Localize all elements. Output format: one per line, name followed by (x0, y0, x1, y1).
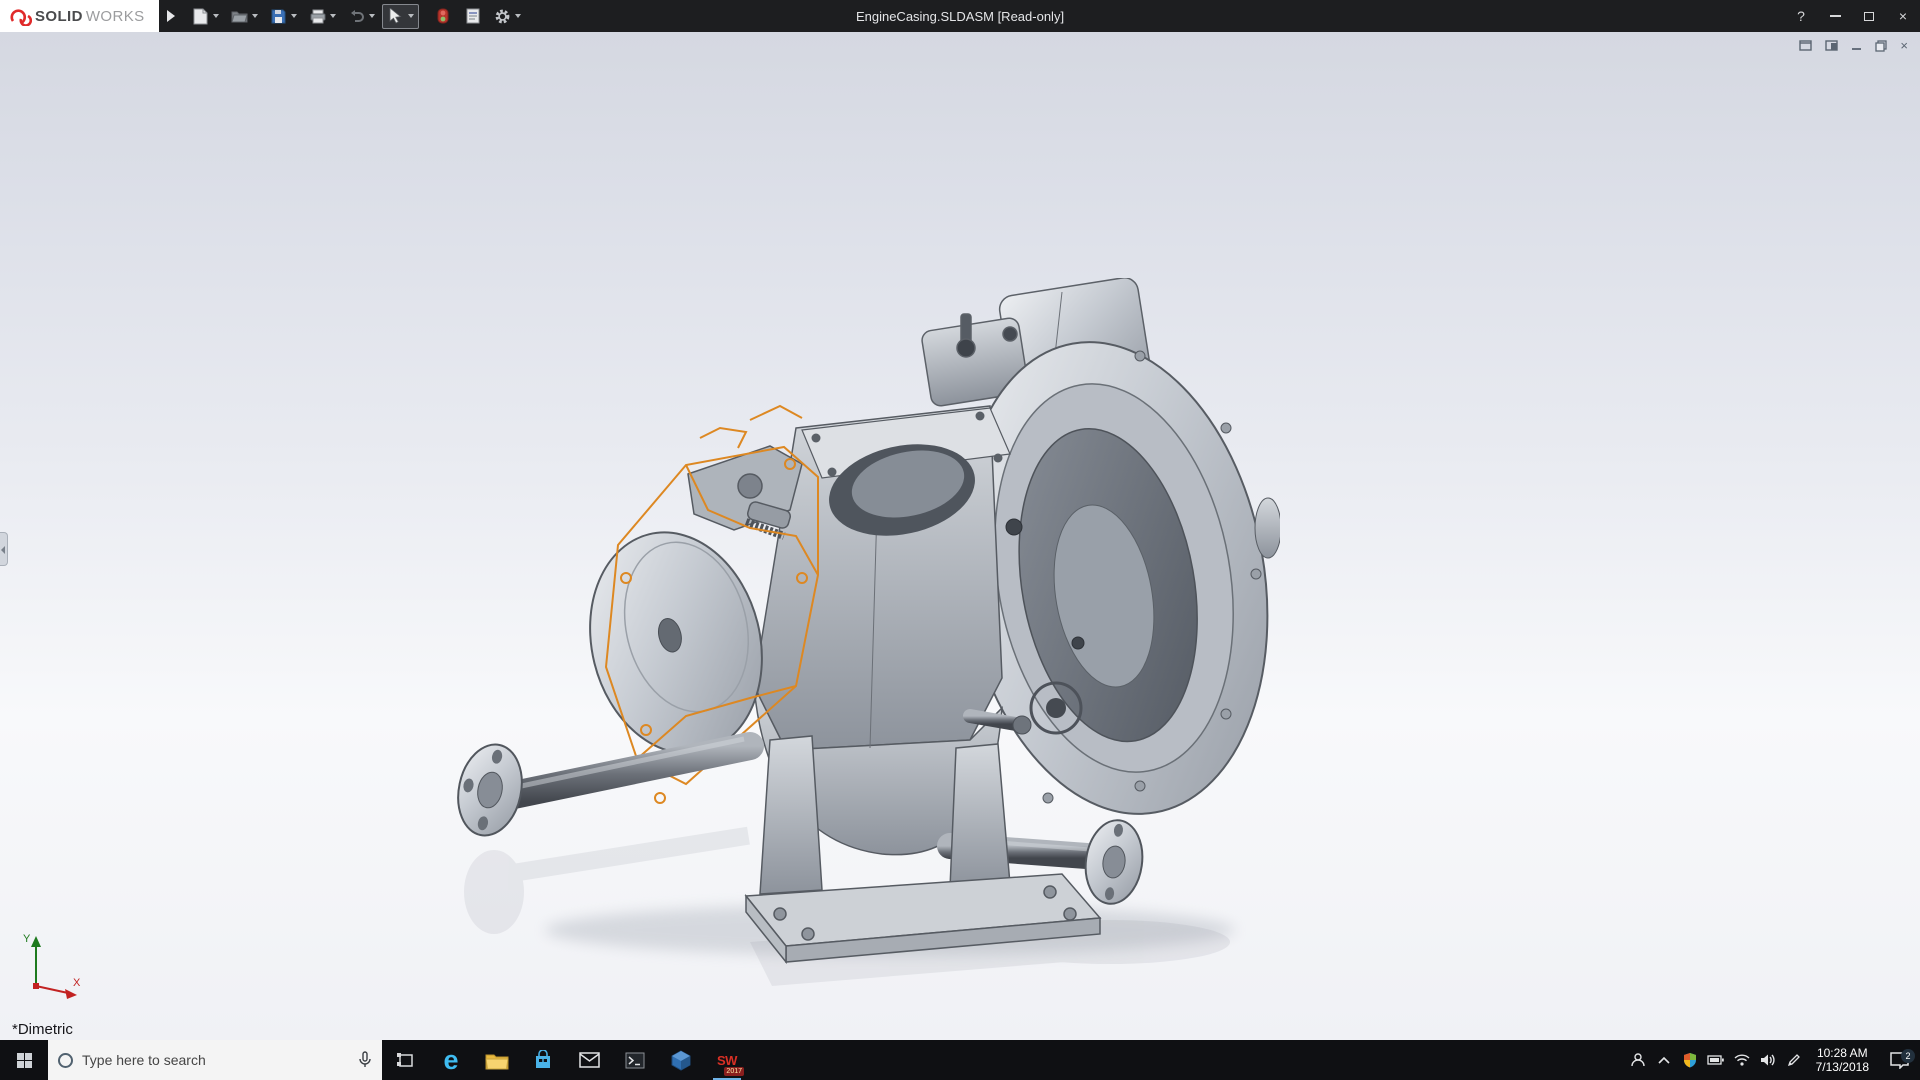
edrawings-icon (671, 1050, 691, 1071)
help-button[interactable]: ? (1784, 0, 1818, 32)
chevron-down-icon[interactable] (369, 14, 375, 18)
window-controls: ? × (1784, 0, 1920, 32)
logo-text-solid: SOLID (35, 8, 83, 25)
print-icon (309, 7, 327, 25)
dock-window-icon[interactable] (1825, 40, 1838, 51)
taskbar-app-solidworks[interactable]: SW 2017 (704, 1040, 750, 1080)
triad-y-label: Y (23, 933, 31, 945)
clock-date: 7/13/2018 (1816, 1060, 1869, 1074)
chevron-down-icon[interactable] (291, 14, 297, 18)
view-orientation-label: *Dimetric (12, 1021, 73, 1038)
undo-button[interactable] (343, 4, 380, 29)
taskbar-app-file-explorer[interactable] (474, 1040, 520, 1080)
maximize-icon (1864, 12, 1874, 21)
network-tray-button[interactable] (1729, 1040, 1755, 1080)
gear-icon (494, 7, 512, 25)
open-button[interactable] (226, 4, 263, 29)
options-button[interactable] (489, 4, 526, 29)
select-cursor-icon (387, 7, 405, 25)
save-button[interactable] (265, 4, 302, 29)
battery-icon (1707, 1055, 1724, 1065)
mail-icon (579, 1052, 600, 1068)
taskbar-app-edrawings[interactable] (658, 1040, 704, 1080)
triad-x-label: X (73, 977, 81, 989)
chevron-down-icon[interactable] (330, 14, 336, 18)
quick-access-toolbar (187, 4, 526, 29)
file-explorer-icon (485, 1051, 509, 1070)
logo-text-works: WORKS (86, 8, 145, 25)
engine-casing-model[interactable] (450, 278, 1280, 998)
pen-icon (1787, 1053, 1801, 1067)
file-properties-icon (464, 7, 482, 25)
windows-logo-icon (17, 1053, 32, 1068)
mount-bracket (688, 446, 802, 536)
start-button[interactable] (0, 1040, 48, 1080)
float-window-icon[interactable] (1799, 40, 1812, 51)
rebuild-icon (434, 7, 452, 25)
wifi-icon (1734, 1054, 1750, 1066)
chevron-down-icon[interactable] (515, 14, 521, 18)
battery-tray-button[interactable] (1703, 1040, 1729, 1080)
minimize-icon (1830, 15, 1841, 17)
new-document-button[interactable] (187, 4, 224, 29)
system-tray: 10:28 AM 7/13/2018 2 (1625, 1040, 1920, 1080)
document-window-controls: × (1799, 38, 1908, 53)
restore-document-icon[interactable] (1875, 40, 1887, 52)
chevron-down-icon[interactable] (213, 14, 219, 18)
close-button[interactable]: × (1886, 0, 1920, 32)
speaker-icon (1760, 1053, 1776, 1067)
cortana-icon (58, 1053, 73, 1068)
store-icon (533, 1050, 553, 1070)
task-view-button[interactable] (382, 1040, 428, 1080)
task-view-icon (396, 1052, 414, 1068)
taskbar-app-terminal[interactable] (612, 1040, 658, 1080)
new-document-icon (192, 7, 210, 25)
chevron-down-icon[interactable] (408, 14, 414, 18)
microphone-icon[interactable] (358, 1051, 372, 1069)
ds-logo-icon (8, 6, 32, 26)
clock-time: 10:28 AM (1817, 1046, 1868, 1060)
action-center-button[interactable]: 2 (1878, 1052, 1920, 1069)
search-input[interactable] (82, 1052, 349, 1068)
feature-tree-collapse-handle[interactable] (0, 532, 8, 566)
volume-tray-button[interactable] (1755, 1040, 1781, 1080)
person-icon (1630, 1052, 1646, 1068)
print-button[interactable] (304, 4, 341, 29)
taskbar-app-edge[interactable]: e (428, 1040, 474, 1080)
graphics-viewport[interactable]: × (0, 32, 1920, 1040)
coordinate-triad: Y X (20, 930, 86, 1002)
show-hidden-icons-button[interactable] (1651, 1040, 1677, 1080)
undo-icon (348, 7, 366, 25)
file-properties-button[interactable] (459, 4, 487, 29)
select-button[interactable] (382, 4, 419, 29)
close-document-icon[interactable]: × (1900, 38, 1908, 53)
shield-icon (1683, 1052, 1697, 1068)
maximize-button[interactable] (1852, 0, 1886, 32)
edge-icon: e (443, 1047, 458, 1074)
chevron-up-icon (1658, 1056, 1670, 1064)
security-tray-button[interactable] (1677, 1040, 1703, 1080)
open-folder-icon (231, 7, 249, 25)
minimize-button[interactable] (1818, 0, 1852, 32)
solidworks-app-icon: SW 2017 (713, 1046, 741, 1074)
notification-badge: 2 (1901, 1049, 1915, 1063)
solidworks-logo: SOLIDWORKS (0, 0, 159, 32)
pen-tray-button[interactable] (1781, 1040, 1807, 1080)
taskbar-app-mail[interactable] (566, 1040, 612, 1080)
people-button[interactable] (1625, 1040, 1651, 1080)
terminal-icon (625, 1052, 645, 1069)
expand-menu-arrow-icon[interactable] (167, 10, 175, 22)
taskbar-app-store[interactable] (520, 1040, 566, 1080)
windows-taskbar: e SW (0, 1040, 1920, 1080)
taskbar-search[interactable] (48, 1040, 382, 1080)
minimize-document-icon[interactable] (1851, 40, 1862, 51)
titlebar: SOLIDWORKS (0, 0, 1920, 32)
save-icon (270, 7, 288, 25)
chevron-down-icon[interactable] (252, 14, 258, 18)
document-title: EngineCasing.SLDASM [Read-only] (856, 0, 1064, 32)
taskbar-clock[interactable]: 10:28 AM 7/13/2018 (1807, 1046, 1878, 1074)
rebuild-button[interactable] (429, 4, 457, 29)
